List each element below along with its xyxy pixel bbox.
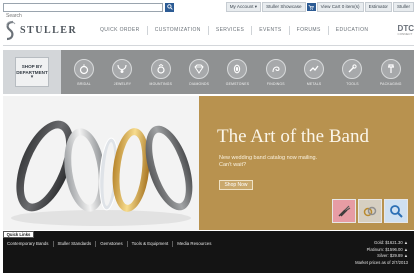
dept-jewelry[interactable]: JEWELRY <box>107 58 137 86</box>
dept-label: DIAMONDS <box>189 81 210 86</box>
cart-icon <box>308 4 314 10</box>
department-list: BRIDAL JEWELRY MOUNTINGS DIAMONDS GEMSTO… <box>61 50 414 94</box>
dept-tools[interactable]: TOOLS <box>337 58 367 86</box>
view-cart-label: View Cart <box>320 4 341 9</box>
rings-icon <box>363 206 377 217</box>
view-cart-link[interactable]: View Cart 0 item(s) <box>316 2 364 12</box>
hero-title: The Art of the Band <box>217 126 369 147</box>
dept-findings[interactable]: FINDINGS <box>261 58 291 86</box>
dept-label: GEMSTONES <box>225 81 250 86</box>
dept-gemstones[interactable]: GEMSTONES <box>222 58 252 86</box>
footer-link-tools[interactable]: Tools & Equipment <box>126 241 173 247</box>
main-nav: QUICK ORDER CUSTOMIZATION SERVICES EVENT… <box>93 26 375 35</box>
shop-by-department-box: SHOP BY DEPARTMENT ▾ <box>15 57 49 87</box>
estimator-link[interactable]: Estimator <box>364 2 392 12</box>
mounting-icon <box>157 63 165 74</box>
thumb-search[interactable] <box>384 199 408 223</box>
footer-link-contemporary-bands[interactable]: Contemporary Bands <box>7 241 53 247</box>
hero-promo-panel: The Art of the Band New wedding band cat… <box>199 96 414 230</box>
utility-bar: My Account ▾ Stuller Showcase View Cart … <box>3 2 414 19</box>
dept-label: TOOLS <box>346 81 359 86</box>
thumb-tools[interactable] <box>332 199 356 223</box>
findings-icon <box>272 66 280 72</box>
metals-icon <box>309 65 319 71</box>
my-account-link[interactable]: My Account ▾ <box>225 2 262 12</box>
main-header: STULLER QUICK ORDER CUSTOMIZATION SERVIC… <box>3 16 414 46</box>
shop-by-department-button[interactable]: SHOP BY DEPARTMENT ▾ <box>3 50 61 94</box>
ring-icon <box>80 63 89 74</box>
wedding-bands-photo-icon <box>11 120 193 226</box>
pliers-icon <box>338 205 351 217</box>
gold-price: Gold: $1621.30 ▲ <box>374 240 408 245</box>
dept-metals[interactable]: METALS <box>299 58 329 86</box>
dept-bridal[interactable]: BRIDAL <box>69 58 99 86</box>
gemstone-icon <box>234 64 241 73</box>
footer-links: Contemporary Bands Stuller Standards Gem… <box>7 241 215 247</box>
logo-text: STULLER <box>20 25 78 36</box>
wedding-bands-image <box>3 96 199 230</box>
nav-customization[interactable]: CUSTOMIZATION <box>146 26 208 35</box>
nav-services[interactable]: SERVICES <box>207 26 251 35</box>
silver-price: Silver: $29.89 ▲ <box>377 253 408 259</box>
quick-links-tab[interactable]: Quick Links <box>3 231 34 238</box>
tools-icon <box>348 63 358 72</box>
cart-button[interactable] <box>306 3 316 11</box>
hero-thumbnails <box>332 199 408 223</box>
cart-count: 0 item(s) <box>341 4 360 9</box>
shop-now-button[interactable]: Shop Now <box>219 180 253 190</box>
nav-forums[interactable]: FORUMS <box>288 26 328 35</box>
stuller-logo[interactable]: STULLER <box>3 17 89 45</box>
search-icon <box>166 4 173 10</box>
footer-link-stuller-standards[interactable]: Stuller Standards <box>52 241 96 247</box>
footer-link-gemstones[interactable]: Gemstones <box>95 241 126 247</box>
dept-diamonds[interactable]: DIAMONDS <box>184 58 214 86</box>
footer-link-media-resources[interactable]: Media Resources <box>172 241 215 247</box>
necklace-icon <box>117 64 128 73</box>
dept-label: BRIDAL <box>77 81 91 86</box>
dtc-subtext: CONNECT <box>397 32 413 37</box>
diamond-icon <box>194 64 204 74</box>
hero-subtitle: New wedding band catalog now mailing. Ca… <box>219 155 318 168</box>
utility-links: My Account ▾ Stuller Showcase View Cart … <box>225 2 414 12</box>
showcase-link[interactable]: Stuller Showcase <box>262 2 306 12</box>
nav-events[interactable]: EVENTS <box>251 26 288 35</box>
stuller-link[interactable]: Stuller <box>392 2 414 12</box>
nav-quick-order[interactable]: QUICK ORDER <box>93 26 147 35</box>
department-bar: SHOP BY DEPARTMENT ▾ BRIDAL JEWELRY MOUN… <box>3 50 414 94</box>
hero-banner[interactable]: The Art of the Band New wedding band cat… <box>3 96 414 230</box>
dept-packaging[interactable]: PACKAGING <box>376 58 406 86</box>
magnifier-icon <box>390 205 403 218</box>
platinum-price: Platinum: $1596.00 ▲ <box>366 246 408 252</box>
stuller-s-logo-icon <box>6 20 16 40</box>
dept-label: JEWELRY <box>113 81 132 86</box>
dtc-connect-logo[interactable]: DTC CONNECT <box>398 24 414 37</box>
thumb-rings[interactable] <box>358 199 382 223</box>
search-button[interactable] <box>165 2 174 12</box>
metal-prices: Gold: $1621.30 ▲ Platinum: $1596.00 ▲ Si… <box>355 240 408 266</box>
nav-education[interactable]: EDUCATION <box>327 26 376 35</box>
dept-label: METALS <box>306 81 322 86</box>
footer-bar: Quick Links Contemporary Bands Stuller S… <box>3 231 414 273</box>
dept-label: PACKAGING <box>379 81 402 86</box>
dept-mountings[interactable]: MOUNTINGS <box>146 58 176 86</box>
packaging-icon <box>387 63 394 73</box>
search-box <box>3 2 163 19</box>
market-prices-date: Market prices as of 2/7/2013 <box>355 259 408 265</box>
dept-label: FINDINGS <box>266 81 285 86</box>
chevron-down-icon: ▾ <box>30 74 34 80</box>
dept-label: MOUNTINGS <box>149 81 173 86</box>
